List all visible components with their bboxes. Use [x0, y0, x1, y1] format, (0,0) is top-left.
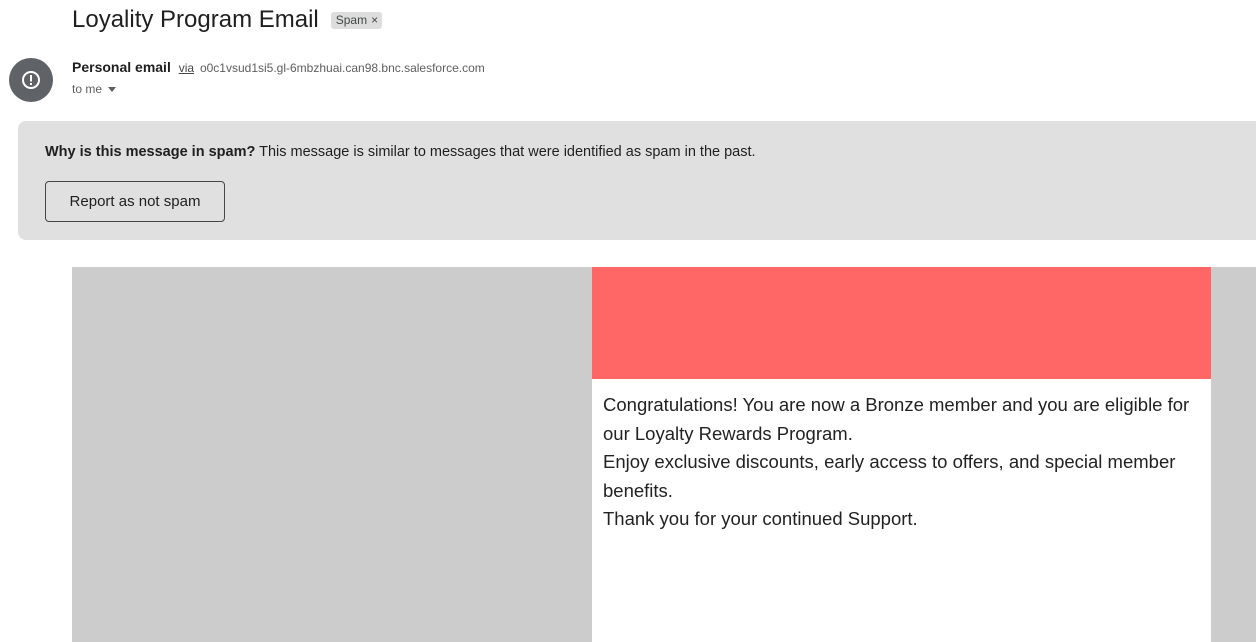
email-hero-banner: [592, 267, 1211, 379]
recipient-line: to me: [72, 82, 117, 96]
show-details-dropdown-icon[interactable]: [108, 86, 117, 92]
sender-name[interactable]: Personal email: [72, 59, 171, 75]
email-view: Loyality Program Email Spam × Personal e…: [0, 0, 1256, 642]
spam-explanation: Why is this message in spam? This messag…: [45, 144, 756, 160]
email-line: Enjoy exclusive discounts, early access …: [603, 451, 1176, 501]
email-subject: Loyality Program Email: [72, 6, 319, 33]
via-link[interactable]: via: [179, 61, 194, 75]
spam-reason: This message is similar to messages that…: [255, 144, 756, 160]
recipient-text: to me: [72, 82, 103, 96]
remove-label-icon[interactable]: ×: [371, 13, 378, 27]
sender-avatar: [9, 58, 53, 102]
email-message-text: Congratulations! You are now a Bronze me…: [592, 379, 1211, 534]
email-line: Congratulations! You are now a Bronze me…: [603, 394, 1190, 444]
email-body-card: Congratulations! You are now a Bronze me…: [592, 267, 1211, 642]
sender-domain: o0c1vsud1si5.gl-6mbzhuai.can98.bnc.sales…: [199, 61, 485, 75]
subject-row: Loyality Program Email Spam ×: [72, 4, 383, 36]
spam-question: Why is this message in spam?: [45, 144, 256, 160]
sender-line: Personal email via o0c1vsud1si5.gl-6mbzh…: [72, 59, 485, 75]
alert-circle-icon: [22, 71, 40, 89]
label-chip-text: Spam: [335, 12, 368, 27]
spam-warning-banner: Why is this message in spam? This messag…: [18, 121, 1256, 240]
spam-label-chip[interactable]: Spam ×: [330, 11, 383, 29]
email-line: Thank you for your continued Support.: [603, 508, 918, 529]
report-not-spam-button[interactable]: Report as not spam: [45, 181, 225, 222]
